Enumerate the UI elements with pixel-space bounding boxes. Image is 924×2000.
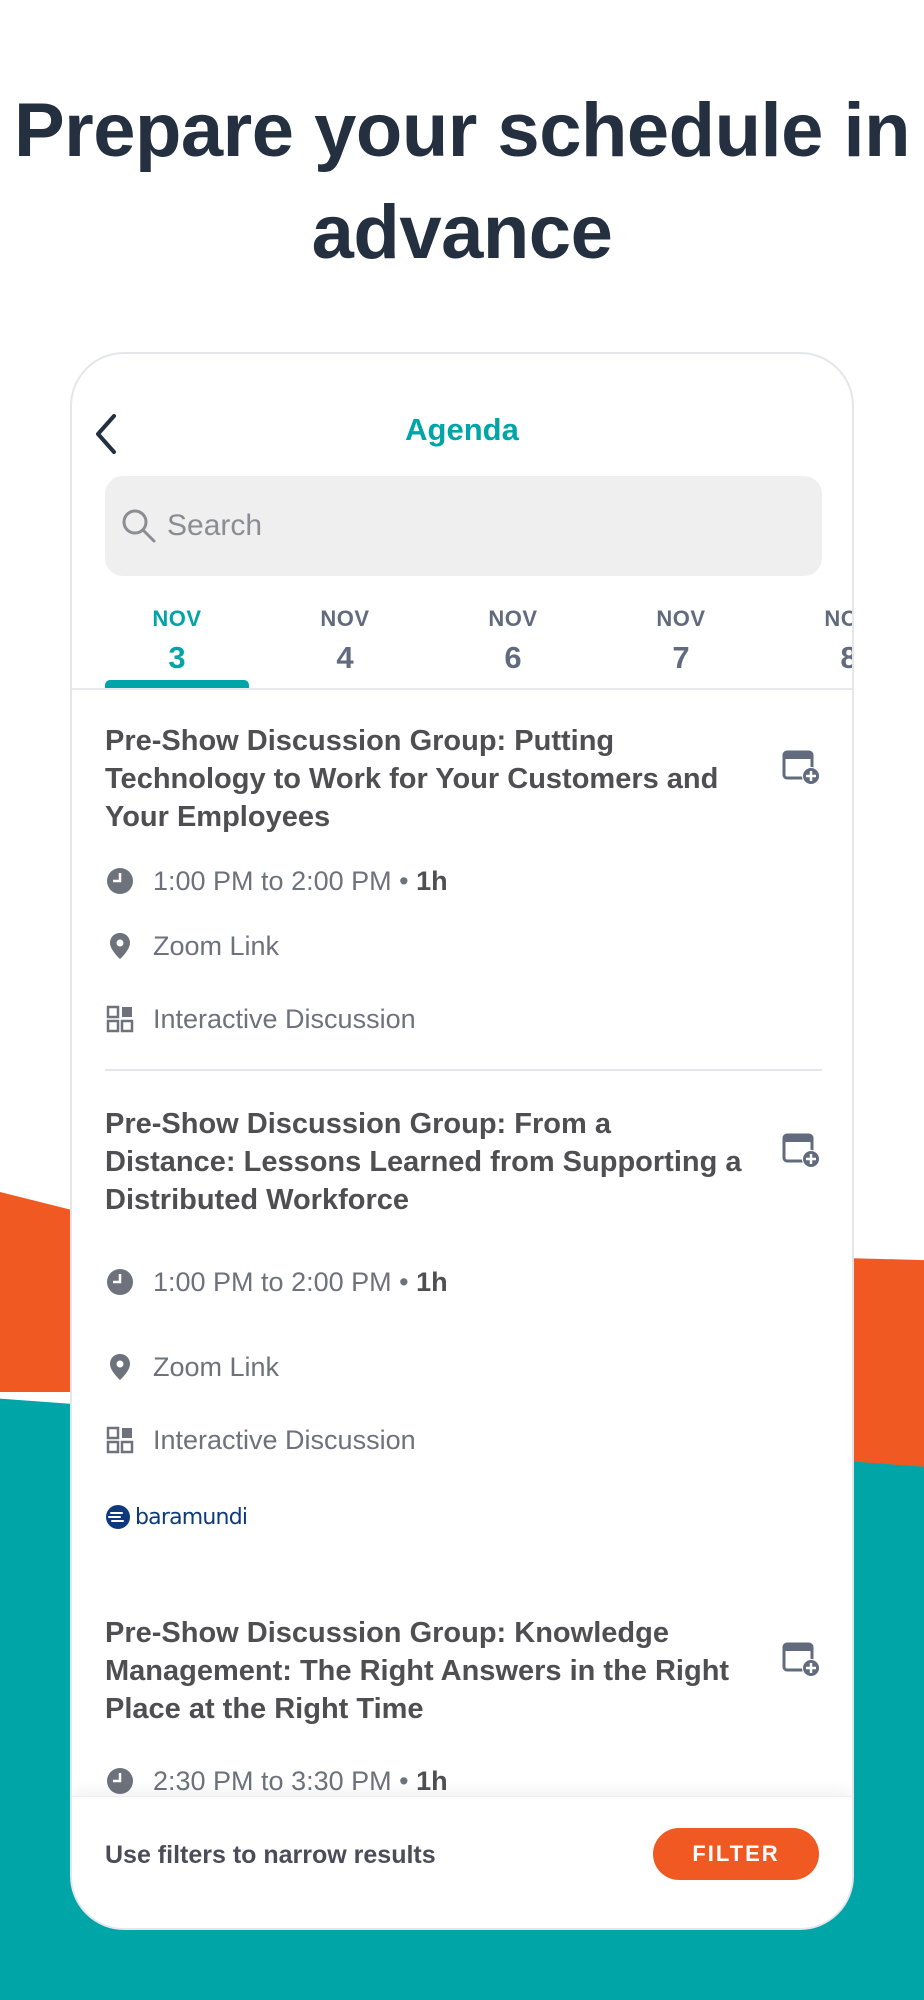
clock-icon bbox=[107, 1269, 133, 1295]
search-placeholder: Search bbox=[167, 509, 263, 542]
session-duration: 1h bbox=[416, 865, 448, 896]
session-time: 1:00 PM to 2:00 PM bbox=[153, 865, 392, 896]
session-item[interactable]: Pre-Show Discussion Group: Knowledge Man… bbox=[105, 1614, 822, 1814]
date-tabs: NOV 3 NOV 4 NOV 6 NOV 7 NOV 8 bbox=[72, 606, 852, 690]
marketing-headline: Prepare your schedule in advance bbox=[0, 80, 924, 284]
session-time: 2:30 PM to 3:30 PM bbox=[153, 1765, 392, 1796]
calendar-add-icon bbox=[782, 1133, 820, 1168]
filter-hint-text: Use filters to narrow results bbox=[105, 1841, 436, 1869]
add-to-schedule-button[interactable] bbox=[782, 1129, 822, 1169]
session-location: Zoom Link bbox=[153, 1351, 280, 1382]
date-tab-day: 7 bbox=[672, 640, 690, 675]
headline-line-2: advance bbox=[311, 190, 613, 275]
calendar-add-icon bbox=[782, 1642, 820, 1677]
add-to-schedule-button[interactable] bbox=[782, 1638, 822, 1678]
baramundi-logo-icon bbox=[106, 1505, 130, 1529]
session-type-row: Interactive Discussion bbox=[105, 1002, 416, 1036]
separator-dot: • bbox=[399, 1765, 409, 1796]
session-time-row: 1:00 PM to 2:00 PM • 1h bbox=[105, 864, 448, 898]
session-type: Interactive Discussion bbox=[153, 1424, 416, 1455]
date-tab-day: 6 bbox=[504, 640, 522, 675]
session-title: Pre-Show Discussion Group: Putting Techn… bbox=[105, 725, 719, 833]
clock-icon bbox=[107, 1768, 133, 1794]
session-duration: 1h bbox=[416, 1765, 448, 1796]
date-tab-month: NOV bbox=[152, 606, 202, 631]
clock-icon bbox=[107, 868, 133, 894]
filter-bar: Use filters to narrow results FILTER bbox=[72, 1796, 852, 1928]
headline-line-1: Prepare your schedule in bbox=[13, 88, 911, 173]
search-input[interactable]: Search bbox=[105, 476, 822, 576]
background-orange-shape-right bbox=[844, 1258, 924, 1468]
top-bar: Agenda bbox=[72, 354, 852, 474]
session-location-row: Zoom Link bbox=[105, 1350, 279, 1384]
date-tab-nov-8[interactable]: NOV 8 bbox=[779, 606, 852, 676]
date-tab-nov-7[interactable]: NOV 7 bbox=[611, 606, 751, 676]
calendar-add-icon bbox=[782, 750, 820, 785]
search-icon bbox=[122, 509, 156, 543]
session-time-row: 2:30 PM to 3:30 PM • 1h bbox=[105, 1764, 448, 1798]
separator-dot: • bbox=[399, 1266, 409, 1297]
session-title: Pre-Show Discussion Group: From a Distan… bbox=[105, 1108, 742, 1216]
date-tab-day: 4 bbox=[336, 640, 354, 675]
filter-button[interactable]: FILTER bbox=[653, 1828, 819, 1880]
add-to-schedule-button[interactable] bbox=[782, 746, 822, 786]
date-tab-day: 3 bbox=[168, 640, 186, 675]
session-location: Zoom Link bbox=[153, 930, 280, 961]
session-item[interactable]: Pre-Show Discussion Group: From a Distan… bbox=[105, 1105, 822, 1455]
location-pin-icon bbox=[110, 1354, 130, 1380]
active-tab-indicator bbox=[105, 680, 249, 688]
date-tab-month: NOV bbox=[824, 606, 852, 631]
category-grid-icon bbox=[106, 1005, 134, 1033]
sponsor-logo: baramundi bbox=[105, 1502, 248, 1532]
date-tab-day: 8 bbox=[779, 640, 852, 676]
date-tab-month: NOV bbox=[656, 606, 706, 631]
date-tab-nov-6[interactable]: NOV 6 bbox=[443, 606, 583, 676]
session-title: Pre-Show Discussion Group: Knowledge Man… bbox=[105, 1617, 730, 1725]
location-pin-icon bbox=[110, 933, 130, 959]
date-tab-month: NOV bbox=[488, 606, 538, 631]
category-grid-icon bbox=[106, 1426, 134, 1454]
date-tab-nov-3[interactable]: NOV 3 bbox=[107, 606, 247, 676]
session-item[interactable]: Pre-Show Discussion Group: Putting Techn… bbox=[105, 722, 822, 1042]
background-orange-shape-left bbox=[0, 1192, 80, 1392]
session-time-row: 1:00 PM to 2:00 PM • 1h bbox=[105, 1265, 448, 1299]
session-time: 1:00 PM to 2:00 PM bbox=[153, 1266, 392, 1297]
session-type-row: Interactive Discussion bbox=[105, 1423, 416, 1457]
session-location-row: Zoom Link bbox=[105, 929, 279, 963]
session-duration: 1h bbox=[416, 1266, 448, 1297]
phone-screen: Agenda Search NOV 3 NOV 4 NOV 6 NOV 7 NO… bbox=[70, 352, 854, 1930]
page-title: Agenda bbox=[405, 412, 519, 447]
separator-dot: • bbox=[399, 865, 409, 896]
session-divider bbox=[105, 1069, 822, 1071]
sponsor-name: baramundi bbox=[135, 1504, 248, 1530]
date-tab-nov-4[interactable]: NOV 4 bbox=[275, 606, 415, 676]
session-type: Interactive Discussion bbox=[153, 1003, 416, 1034]
date-tab-month: NOV bbox=[320, 606, 370, 631]
